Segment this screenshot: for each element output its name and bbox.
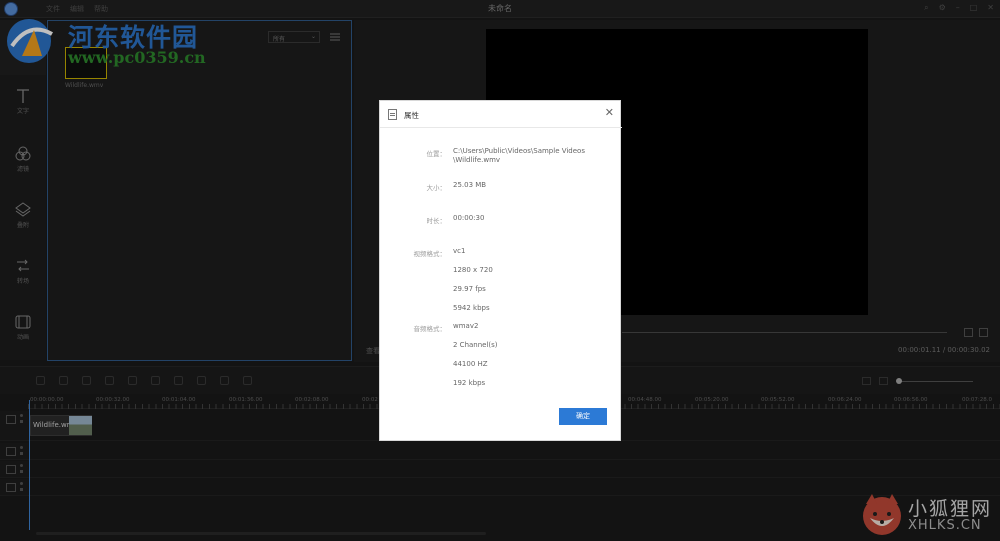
sample-rate-value: 44100 HZ	[453, 360, 488, 368]
location-line-1: C:\Users\Public\Videos\Sample Videos	[453, 147, 585, 155]
audio-codec-value: wmav2	[453, 322, 479, 330]
document-icon	[388, 109, 397, 120]
duration-value: 00:00:30	[453, 214, 485, 222]
dialog-header: 属性 ✕	[380, 101, 622, 128]
properties-dialog: 属性 ✕ 位置： C:\Users\Public\Videos\Sample V…	[379, 100, 622, 441]
location-line-2: \Wildlife.wmv	[453, 156, 501, 164]
fps-value: 29.97 fps	[453, 285, 486, 293]
resolution-value: 1280 x 720	[453, 266, 493, 274]
ok-button[interactable]: 确定	[559, 408, 607, 425]
audio-bitrate-value: 192 kbps	[453, 379, 486, 387]
size-label: 大小：	[426, 184, 447, 192]
close-icon[interactable]: ✕	[605, 107, 614, 118]
video-format-label: 视频格式：	[413, 250, 447, 258]
audio-format-label: 音频格式：	[413, 325, 447, 333]
video-bitrate-value: 5942 kbps	[453, 304, 490, 312]
location-label: 位置：	[426, 150, 447, 158]
duration-label: 时长：	[426, 217, 447, 225]
size-value: 25.03 MB	[453, 181, 487, 189]
video-codec-value: vc1	[453, 247, 466, 255]
channels-value: 2 Channel(s)	[453, 341, 498, 349]
dialog-title: 属性	[404, 111, 419, 120]
